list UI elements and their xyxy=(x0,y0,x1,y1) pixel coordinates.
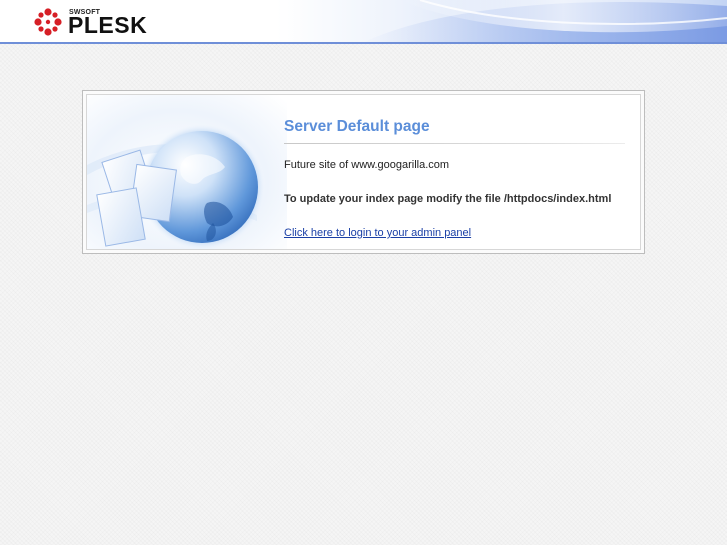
plesk-wordmark: PLESK xyxy=(68,12,148,38)
future-site-text: Future site of www.googarilla.com xyxy=(284,159,450,171)
panel-inner: Server Default page Future site of www.g… xyxy=(86,94,641,250)
title-divider xyxy=(284,143,625,144)
globe-with-documents-icon xyxy=(87,95,287,249)
plesk-logo-dots-icon xyxy=(34,8,62,36)
header-bar: SWSOFT PLESK xyxy=(0,0,727,44)
page: SWSOFT PLESK Server Default page Future … xyxy=(0,0,727,545)
admin-panel-login-link[interactable]: Click here to login to your admin panel xyxy=(284,227,471,239)
page-title: Server Default page xyxy=(284,118,430,135)
default-page-panel: Server Default page Future site of www.g… xyxy=(82,90,645,254)
update-instructions-text: To update your index page modify the fil… xyxy=(284,193,612,205)
